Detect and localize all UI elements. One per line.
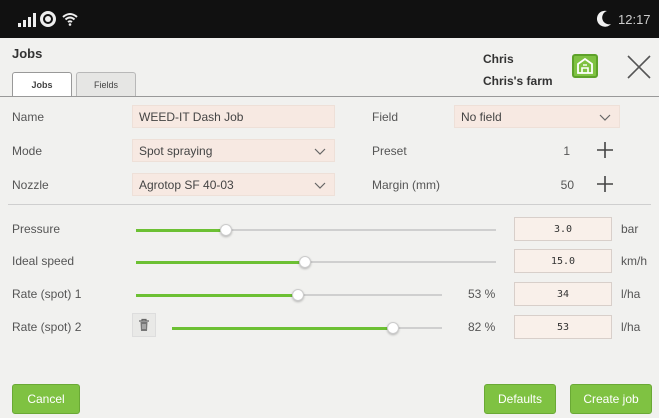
defaults-button[interactable]: Defaults (484, 384, 556, 414)
preset-label: Preset (372, 144, 407, 158)
mode-select[interactable]: Spot spraying (132, 139, 335, 162)
rate-spot-1-slider-thumb[interactable] (292, 289, 305, 301)
farm-name: Chris's farm (483, 74, 553, 88)
close-icon (627, 55, 651, 79)
ideal-speed-slider-thumb[interactable] (299, 256, 312, 268)
rate-spot-2-slider-thumb[interactable] (387, 322, 400, 334)
tab-bar: Jobs Fields (12, 72, 136, 97)
nozzle-label: Nozzle (12, 178, 49, 192)
delete-rate-button[interactable] (132, 313, 156, 337)
preset-value: 1 (563, 144, 570, 158)
tab-jobs[interactable]: Jobs (12, 72, 72, 97)
section-divider (8, 204, 651, 205)
tab-divider (0, 96, 659, 97)
rate-spot-1-label: Rate (spot) 1 (12, 287, 82, 301)
chevron-down-icon (599, 114, 611, 121)
nozzle-select-value: Agrotop SF 40-03 (139, 177, 234, 192)
margin-increment-button[interactable] (595, 174, 615, 194)
rate-spot-2-slider-fill (172, 326, 394, 330)
farm-home-icon (577, 57, 593, 74)
margin-label: Margin (mm) (372, 178, 440, 192)
rate-spot-2-label: Rate (spot) 2 (12, 320, 82, 334)
ideal-speed-unit: km/h (621, 254, 648, 268)
margin-value: 50 (560, 178, 574, 192)
job-name-input[interactable]: WEED-IT Dash Job (132, 105, 335, 128)
signal-icon (18, 13, 36, 27)
page-title: Jobs (12, 46, 43, 61)
wifi-icon (62, 12, 78, 30)
plus-icon (597, 176, 613, 192)
pressure-value[interactable]: 3.0 (514, 217, 612, 241)
nozzle-select[interactable]: Agrotop SF 40-03 (132, 173, 335, 196)
name-label: Name (12, 110, 45, 124)
close-button[interactable] (626, 54, 652, 80)
mode-select-value: Spot spraying (139, 143, 213, 158)
pressure-slider-thumb[interactable] (220, 224, 232, 236)
pressure-label: Pressure (12, 222, 61, 236)
night-mode-icon (596, 10, 612, 33)
ideal-speed-label: Ideal speed (12, 254, 75, 268)
chevron-down-icon (314, 182, 326, 189)
field-select[interactable]: No field (454, 105, 620, 128)
user-name: Chris (483, 52, 514, 66)
field-select-value: No field (461, 109, 502, 124)
location-icon (40, 11, 56, 27)
trash-icon (139, 318, 149, 331)
rate-spot-2-value[interactable]: 53 (514, 315, 612, 339)
ideal-speed-value[interactable]: 15.0 (514, 249, 612, 273)
rate-spot-1-value[interactable]: 34 (514, 282, 612, 306)
cancel-button[interactable]: Cancel (12, 384, 80, 414)
rate-spot-1-percent: 53 % (468, 287, 496, 301)
rate-spot-1-slider[interactable] (136, 289, 442, 301)
rate-spot-2-percent: 82 % (468, 320, 496, 334)
ideal-speed-slider-fill (136, 260, 306, 264)
farm-home-button[interactable] (572, 54, 598, 78)
status-bar: 12:17 (0, 0, 659, 38)
clock: 12:17 (618, 12, 651, 27)
create-job-button[interactable]: Create job (570, 384, 652, 414)
preset-increment-button[interactable] (595, 140, 615, 160)
chevron-down-icon (314, 148, 326, 155)
pressure-slider-fill (136, 228, 226, 232)
field-label: Field (372, 110, 399, 124)
rate-spot-1-slider-fill (136, 293, 299, 297)
jobs-screen: Jobs Chris Chris's farm Jobs Fields Name… (0, 38, 659, 418)
pressure-slider[interactable] (136, 224, 496, 236)
ideal-speed-slider[interactable] (136, 256, 496, 268)
tab-fields[interactable]: Fields (76, 72, 136, 97)
mode-label: Mode (12, 144, 43, 158)
rate-spot-2-slider[interactable] (172, 322, 442, 334)
rate-spot-2-unit: l/ha (621, 320, 641, 334)
plus-icon (597, 142, 613, 158)
pressure-unit: bar (621, 222, 639, 236)
rate-spot-1-unit: l/ha (621, 287, 641, 301)
